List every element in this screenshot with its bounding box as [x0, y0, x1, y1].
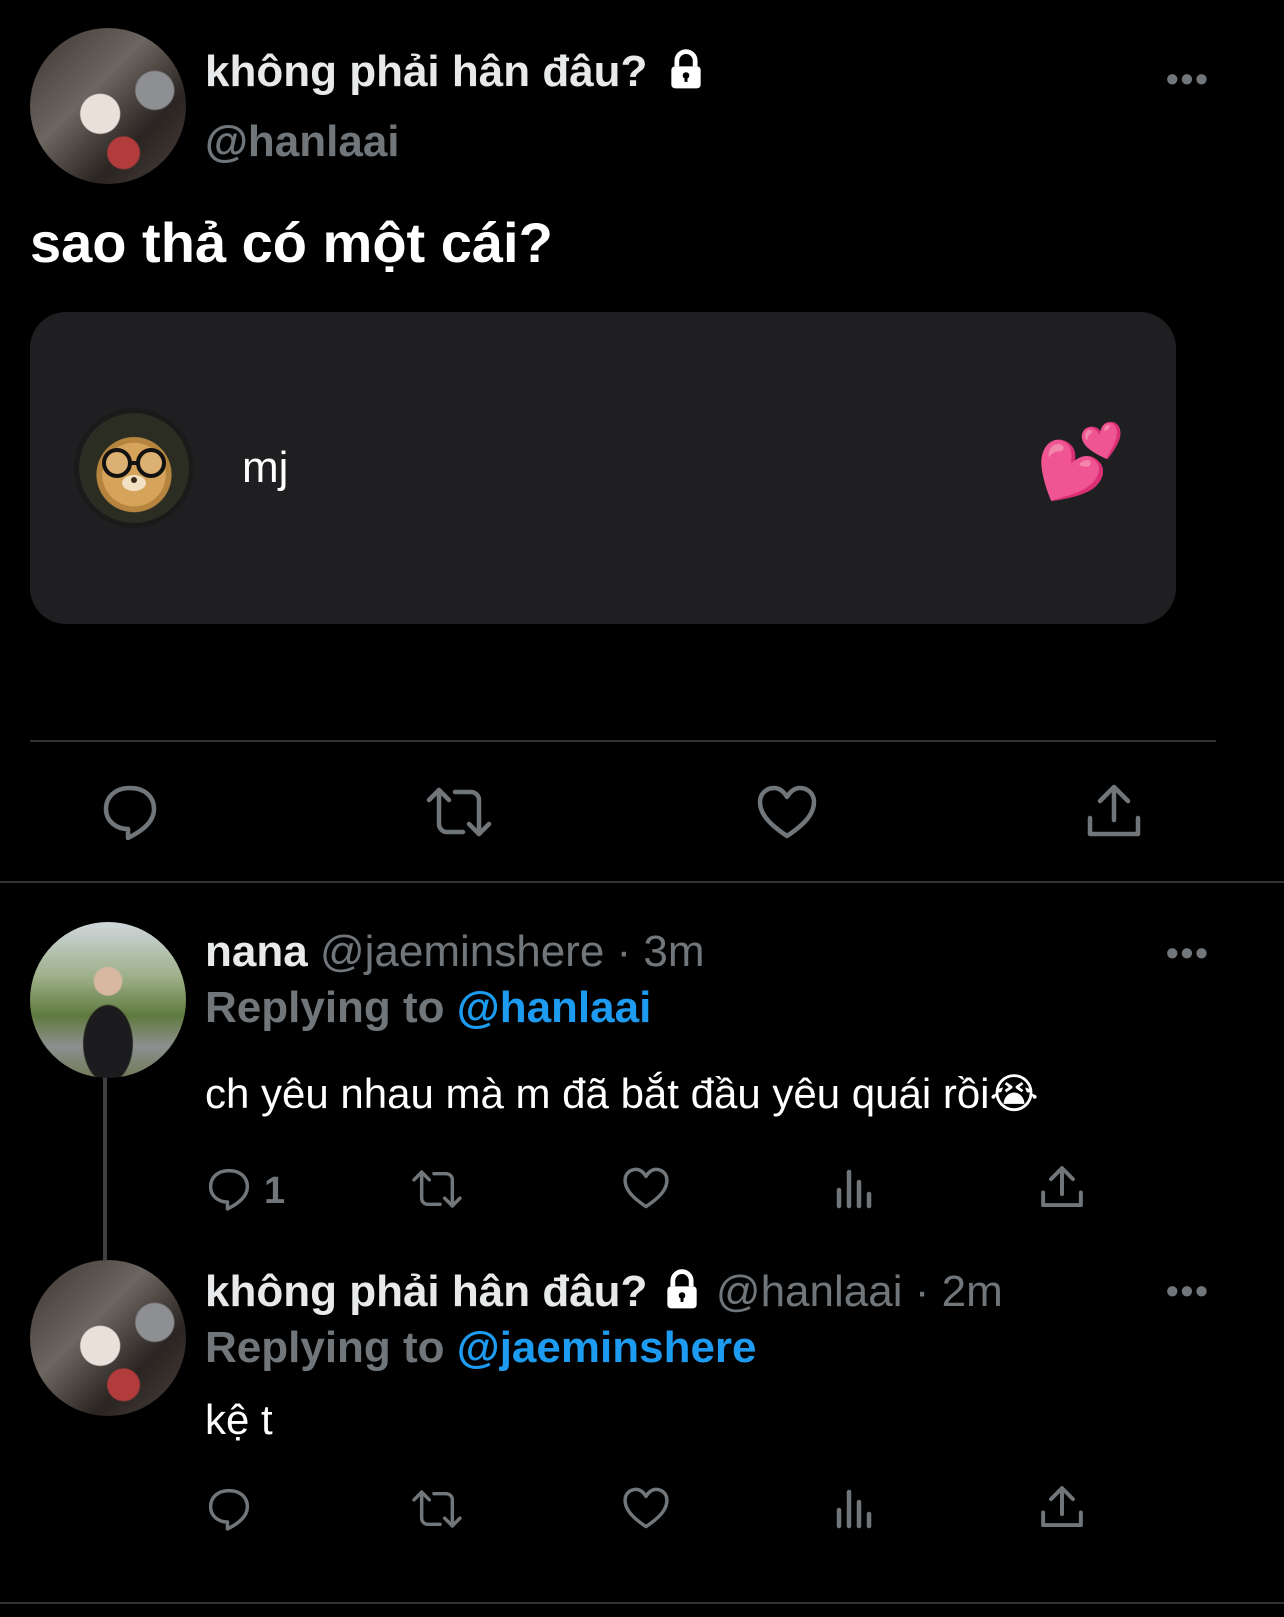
views-icon[interactable]	[834, 1166, 876, 1210]
reply-count: 1	[264, 1170, 286, 1212]
reply-avatar-nana[interactable]	[30, 922, 186, 1078]
mj-avatar	[74, 408, 194, 528]
author-handle[interactable]: @hanlaai	[205, 114, 400, 170]
retweet-icon[interactable]	[410, 1166, 464, 1212]
reply-icon[interactable]	[206, 1486, 252, 1532]
replying-to-link[interactable]: @hanlaai	[457, 983, 652, 1032]
reply-header: không phải hân đâu? @hanlaai · 2m	[205, 1264, 1003, 1320]
media-card[interactable]: mj 💕	[30, 312, 1176, 624]
reply-time[interactable]: · 3m	[617, 927, 705, 976]
reply-display-name[interactable]: nana	[205, 927, 308, 976]
tweet-text: sao thả có một cái?	[30, 211, 553, 274]
lock-icon	[671, 49, 701, 89]
author-avatar[interactable]	[30, 28, 186, 184]
replying-to-link[interactable]: @jaeminshere	[457, 1323, 757, 1372]
reply-handle[interactable]: @hanlaai	[716, 1267, 903, 1316]
reply-text: ch yêu nhau mà m đã bắt đầu yêu quái rồi…	[205, 1070, 1039, 1117]
author-display-name[interactable]: không phải hân đâu?	[205, 44, 708, 100]
share-icon[interactable]	[1086, 782, 1142, 840]
reply-time[interactable]: · 2m	[915, 1267, 1003, 1316]
reply-avatar-han[interactable]	[30, 1260, 186, 1416]
reply-handle[interactable]: @jaeminshere	[320, 927, 604, 976]
share-icon[interactable]	[1040, 1164, 1084, 1210]
display-name-text: không phải hân đâu?	[205, 47, 648, 96]
more-icon[interactable]: •••	[1166, 932, 1210, 974]
replying-prefix: Replying to	[205, 1323, 445, 1372]
thread-line	[103, 1076, 107, 1260]
retweet-icon[interactable]	[410, 1486, 464, 1532]
more-icon[interactable]: •••	[1166, 1270, 1210, 1312]
reply-display-name[interactable]: không phải hân đâu?	[205, 1267, 647, 1316]
replying-to: Replying to @hanlaai	[205, 980, 651, 1036]
reply-icon[interactable]	[206, 1166, 252, 1212]
heart-icon[interactable]	[756, 784, 818, 840]
more-icon[interactable]: •••	[1166, 58, 1210, 100]
heart-icon[interactable]	[622, 1486, 670, 1530]
divider	[30, 740, 1216, 742]
reply-text: kệ t	[205, 1396, 273, 1443]
divider	[0, 1602, 1284, 1604]
divider	[0, 881, 1284, 883]
share-icon[interactable]	[1040, 1484, 1084, 1530]
two-hearts-emoji: 💕	[1036, 422, 1126, 502]
card-username: mj	[242, 443, 289, 492]
heart-icon[interactable]	[622, 1166, 670, 1210]
replying-to: Replying to @jaeminshere	[205, 1320, 757, 1376]
retweet-icon[interactable]	[425, 782, 493, 842]
replying-prefix: Replying to	[205, 983, 445, 1032]
views-icon[interactable]	[834, 1486, 876, 1530]
lock-icon	[667, 1269, 697, 1309]
reply-icon[interactable]	[100, 782, 160, 842]
bear-glasses-icon	[102, 448, 166, 491]
reply-header: nana @jaeminshere · 3m	[205, 924, 705, 980]
